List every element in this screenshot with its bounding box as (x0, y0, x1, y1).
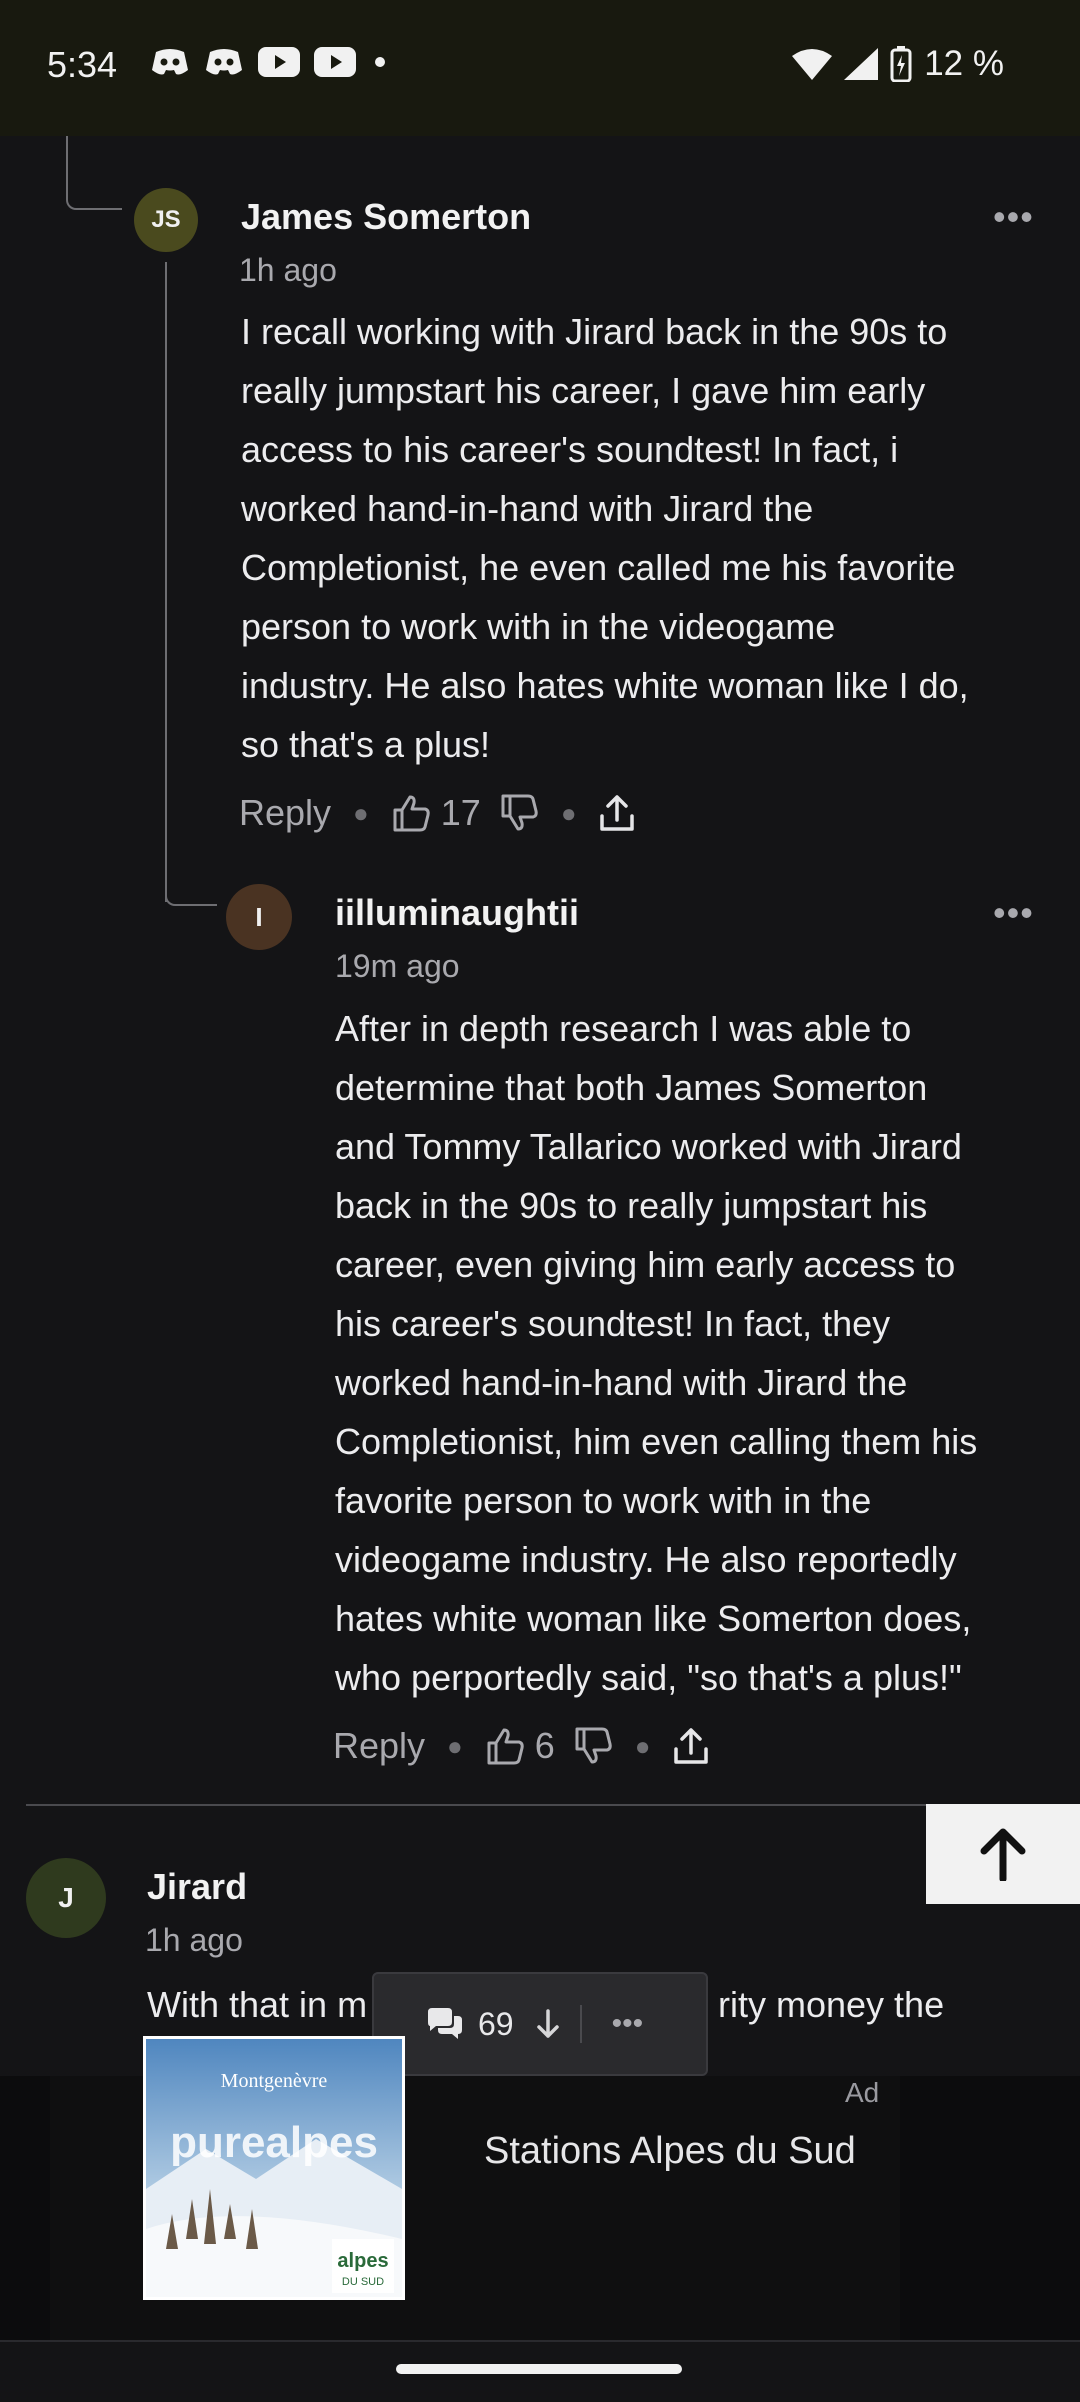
thumbs-down-icon[interactable] (499, 794, 539, 832)
ad-label: Ad (845, 2077, 880, 2108)
avatar[interactable]: I (226, 884, 292, 950)
avatar[interactable]: JS (134, 188, 198, 252)
comment-body: I recall working with Jirard back in the… (241, 311, 969, 765)
comments-icon (428, 2008, 462, 2039)
comment-time: 19m ago (335, 948, 460, 984)
share-icon[interactable] (599, 794, 635, 832)
youtube-icon (258, 47, 300, 77)
thread-divider (26, 1804, 1054, 1806)
scroll-to-top-button[interactable] (926, 1804, 1080, 1904)
comment-author[interactable]: James Somerton (241, 196, 531, 238)
comment-body: With that in m (147, 1984, 368, 2025)
comment-body: After in depth research I was able to de… (335, 1008, 978, 1698)
battery-icon (890, 46, 912, 82)
like-count: 6 (534, 1725, 555, 1766)
status-bar: 5:34 12 % (0, 0, 1080, 136)
thumbs-up-icon[interactable] (391, 794, 431, 832)
signal-icon (844, 48, 879, 80)
dot-icon (375, 57, 385, 67)
battery-percent: 12 % (924, 44, 1004, 83)
notification-icons (150, 46, 390, 78)
thread-connector (66, 136, 122, 210)
comment-body-continued: rity money the (718, 1984, 945, 2025)
comment-actions: Reply ● 17 ● (239, 792, 635, 834)
arrow-up-icon (980, 1828, 1026, 1881)
thread-line (165, 262, 167, 902)
ad-image[interactable]: Montgenèvre purealpes alpes DU SUD (143, 2036, 405, 2300)
comment-count: 69 (478, 2005, 514, 2042)
svg-text:alpes: alpes (337, 2250, 388, 2272)
youtube-icon (314, 47, 356, 77)
avatar[interactable]: J (26, 1858, 106, 1938)
discord-icon (206, 49, 242, 75)
clipped-action-row (240, 136, 660, 140)
comment-time: 1h ago (239, 252, 337, 288)
ad-photo: Montgenèvre purealpes alpes DU SUD (146, 2039, 402, 2297)
thumbs-down-icon[interactable] (573, 1727, 613, 1765)
more-options-icon[interactable]: ••• (993, 892, 1034, 934)
like-count: 17 (440, 792, 481, 833)
status-time: 5:34 (47, 44, 118, 85)
more-options-icon[interactable]: ••• (612, 2007, 644, 2041)
thread-connector (165, 860, 217, 906)
svg-text:purealpes: purealpes (170, 2118, 378, 2167)
system-icons: 12 % (792, 44, 1004, 84)
wifi-icon (792, 49, 833, 80)
thumbs-up-icon[interactable] (485, 1727, 525, 1765)
comment-time: 1h ago (145, 1922, 243, 1958)
svg-text:DU SUD: DU SUD (342, 2276, 384, 2288)
svg-text:Montgenèvre: Montgenèvre (221, 2070, 328, 2092)
comment-author[interactable]: iilluminaughtii (335, 892, 579, 934)
comment-author[interactable]: Jirard (147, 1866, 247, 1908)
home-gesture-handle[interactable] (396, 2364, 682, 2374)
comment-count-bar[interactable]: 69 ••• (372, 1972, 708, 2076)
comment-actions: Reply ● 6 ● (333, 1725, 709, 1767)
share-icon[interactable] (673, 1727, 709, 1765)
bar-separator (579, 2005, 582, 2043)
reply-button[interactable]: Reply (239, 792, 331, 834)
arrow-down-icon[interactable] (536, 2009, 560, 2039)
reply-button[interactable]: Reply (333, 1725, 425, 1767)
more-options-icon[interactable]: ••• (993, 196, 1034, 238)
ad-title[interactable]: Stations Alpes du Sud (484, 2130, 856, 2173)
discord-icon (152, 49, 188, 75)
